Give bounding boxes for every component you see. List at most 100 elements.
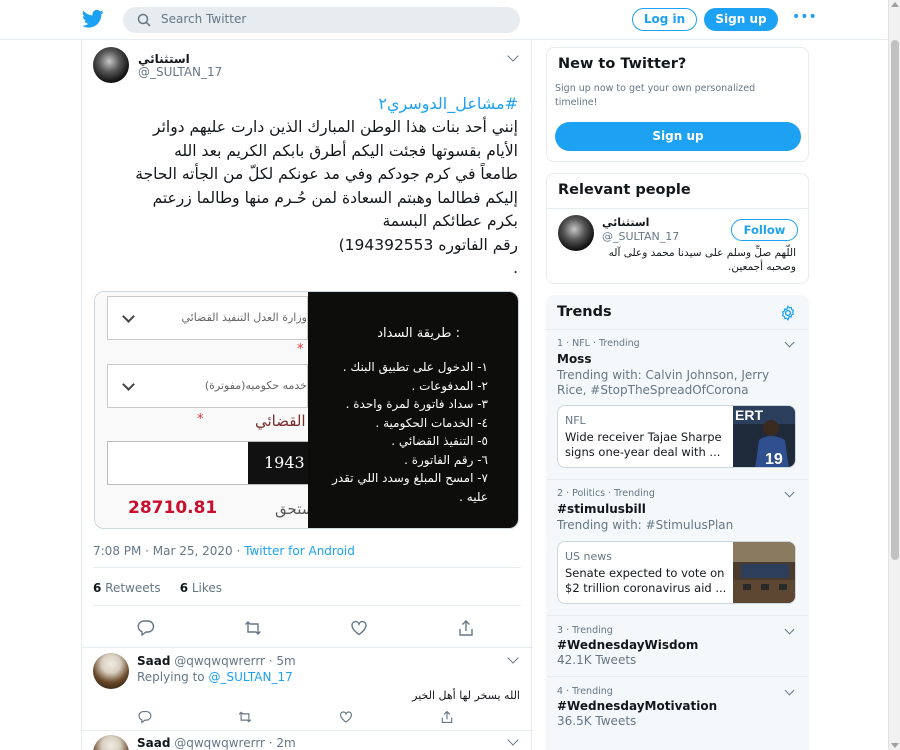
divider [82, 730, 533, 731]
scrollbar-thumb[interactable] [891, 40, 899, 560]
trends-title: Trends [557, 304, 612, 320]
retweets-stat[interactable]: 6 Retweets [93, 581, 161, 595]
tweet-text-line: الأيام بقسوتها فجئت اليكم أطرق بابكم الك… [174, 141, 518, 160]
tweet-media[interactable]: وزارة العدل التنفيذ القضائي * خدمه حكومي… [94, 291, 519, 529]
tweet-text-line: طامعاً في كرم جودكم وفي مد عونكم لكلّ من… [135, 165, 518, 183]
login-button[interactable]: Log in [632, 8, 697, 31]
media-code-box: 1943 [107, 441, 309, 485]
person-bio: اللّهم صلِّ وسلم على سيدنا محمد وعلى آله… [608, 247, 796, 273]
chevron-down-icon[interactable] [784, 624, 795, 635]
divider [93, 567, 521, 568]
divider [546, 615, 809, 616]
avatar[interactable] [558, 215, 594, 251]
trend-meta: 2 · Politics · Trending [557, 488, 655, 499]
scroll-down-arrow-icon[interactable] [891, 743, 899, 748]
follow-button[interactable]: Follow [731, 219, 798, 241]
search-placeholder: Search Twitter [161, 12, 247, 26]
svg-text:19: 19 [765, 451, 783, 468]
hashtag-link[interactable]: #مشاعل_الدوسري٢ [378, 94, 518, 113]
avatar[interactable] [93, 47, 129, 83]
share-icon[interactable] [457, 619, 475, 637]
trend-meta: 4 · Trending [557, 686, 613, 697]
payment-title: : طريقة السداد [377, 326, 460, 341]
trend-subtitle: 42.1K Tweets [557, 653, 637, 667]
scroll-up-arrow-icon[interactable] [891, 2, 899, 7]
page-scrollbar[interactable] [888, 0, 900, 750]
search-input[interactable]: Search Twitter [123, 7, 520, 33]
tweet-timestamp: 7:08 PM · Mar 25, 2020 · Twitter for And… [93, 544, 355, 558]
payment-step: ٤- الخدمات الحكومية . [375, 415, 488, 430]
signup-button[interactable]: Sign up [704, 8, 778, 31]
timestamp-text[interactable]: 7:08 PM · Mar 25, 2020 · [93, 544, 244, 558]
replying-to-link[interactable]: @_SULTAN_17 [208, 670, 292, 684]
payment-step: ٢- المدفوعات . [411, 378, 488, 393]
retweet-icon[interactable] [244, 619, 262, 637]
news-category: US news [565, 550, 612, 563]
reply-icon[interactable] [138, 710, 152, 724]
trend-name: Moss [557, 352, 592, 366]
reply-tweet[interactable]: Saad @qwqwqwrerrr · 2m [82, 732, 533, 750]
chevron-down-icon[interactable] [784, 685, 795, 696]
likes-stat[interactable]: 6 Likes [180, 581, 222, 595]
relevant-people-title: Relevant people [558, 182, 691, 198]
tweet-text-line: إليكم فطالما وهبتم السعادة لمن حُـرم منه… [152, 188, 518, 207]
tweet-text-line: رقم الفاتوره 194392553) [338, 235, 518, 254]
trend-subtitle: Trending with: Calvin Johnson, Jerry Ric… [557, 368, 770, 397]
top-bar: Search Twitter Log in Sign up ••• [0, 0, 900, 40]
media-dropdown: وزارة العدل التنفيذ القضائي [107, 296, 308, 340]
replying-to-label: Replying to [137, 670, 209, 684]
reply-handle-time: @qwqwqwrerrr · 5m [170, 654, 296, 668]
chevron-down-icon[interactable] [507, 734, 519, 746]
news-headline: Senate expected to vote on $2 trillion c… [565, 566, 727, 595]
more-options-icon[interactable]: ••• [792, 9, 817, 25]
required-star-icon: * [297, 342, 304, 357]
sidebar-signup-button[interactable]: Sign up [555, 122, 801, 151]
new-to-twitter-title: New to Twitter? [558, 56, 687, 72]
reply-author-name: Saad [137, 654, 171, 668]
author-name[interactable]: استثنائي [138, 52, 190, 66]
reply-tweet[interactable]: Saad @qwqwqwrerrr · 5m Replying to @_SUL… [82, 650, 533, 730]
media-dropdown-text: خدمه حكوميه(مفوترة) [204, 379, 307, 392]
gear-icon[interactable] [780, 305, 796, 321]
chevron-down-icon [122, 310, 135, 323]
person-name[interactable]: استثنائي [602, 216, 649, 229]
payment-step: ٥- التنفيذ القضائي . [391, 434, 488, 448]
payment-step: عليه . [459, 489, 488, 504]
news-card[interactable]: NFL Wide receiver Tajae Sharpe signs one… [557, 405, 796, 468]
avatar[interactable] [93, 653, 129, 689]
divider [93, 605, 521, 606]
reply-author[interactable]: Saad @qwqwqwrerrr · 5m [137, 654, 296, 668]
like-icon[interactable] [350, 619, 368, 637]
source-link[interactable]: Twitter for Android [244, 544, 355, 558]
divider [546, 329, 809, 330]
media-payment-instructions: : طريقة السداد ١- الدخول على تطبيق البنك… [308, 292, 518, 528]
media-code-text: 1943 [248, 442, 309, 484]
tweet-text: إنني أحد بنات هذا الوطن المبارك الذين دا… [98, 116, 518, 281]
reply-icon[interactable] [137, 619, 155, 637]
chevron-down-icon[interactable] [784, 337, 795, 348]
chevron-down-icon[interactable] [507, 652, 519, 664]
tweet-stats: 6 Retweets 6 Likes [93, 581, 222, 595]
chevron-down-icon[interactable] [784, 487, 795, 498]
trend-name: #WednesdayMotivation [557, 699, 718, 713]
tweet-text-line: بكرم عطائكم البسمة [382, 212, 518, 230]
payment-step: ٦- رقم الفاتورة . [404, 452, 488, 467]
author-handle[interactable]: @_SULTAN_17 [138, 65, 222, 79]
reply-author-name: Saad [137, 736, 171, 750]
person-handle[interactable]: @_SULTAN_17 [602, 230, 679, 243]
payment-step: ٣- سداد فاتورة لمرة واحدة . [345, 397, 488, 411]
like-icon[interactable] [339, 710, 353, 724]
reply-text: الله يسخر لها أهل الخير [412, 689, 520, 702]
chevron-down-icon[interactable] [507, 50, 519, 62]
twitter-logo-icon[interactable] [82, 9, 104, 29]
reply-handle-time: @qwqwqwrerrr · 2m [170, 736, 296, 750]
share-icon[interactable] [440, 710, 454, 724]
chevron-down-icon [122, 378, 135, 391]
news-card[interactable]: US news Senate expected to vote on $2 tr… [557, 541, 796, 604]
football-player-image: ERT 19 [733, 406, 795, 468]
retweet-icon[interactable] [238, 710, 252, 724]
trend-meta: 1 · NFL · Trending [557, 338, 640, 349]
reply-author[interactable]: Saad @qwqwqwrerrr · 2m [137, 736, 296, 750]
avatar[interactable] [93, 735, 129, 750]
media-dropdown-text: وزارة العدل التنفيذ القضائي [181, 311, 307, 324]
